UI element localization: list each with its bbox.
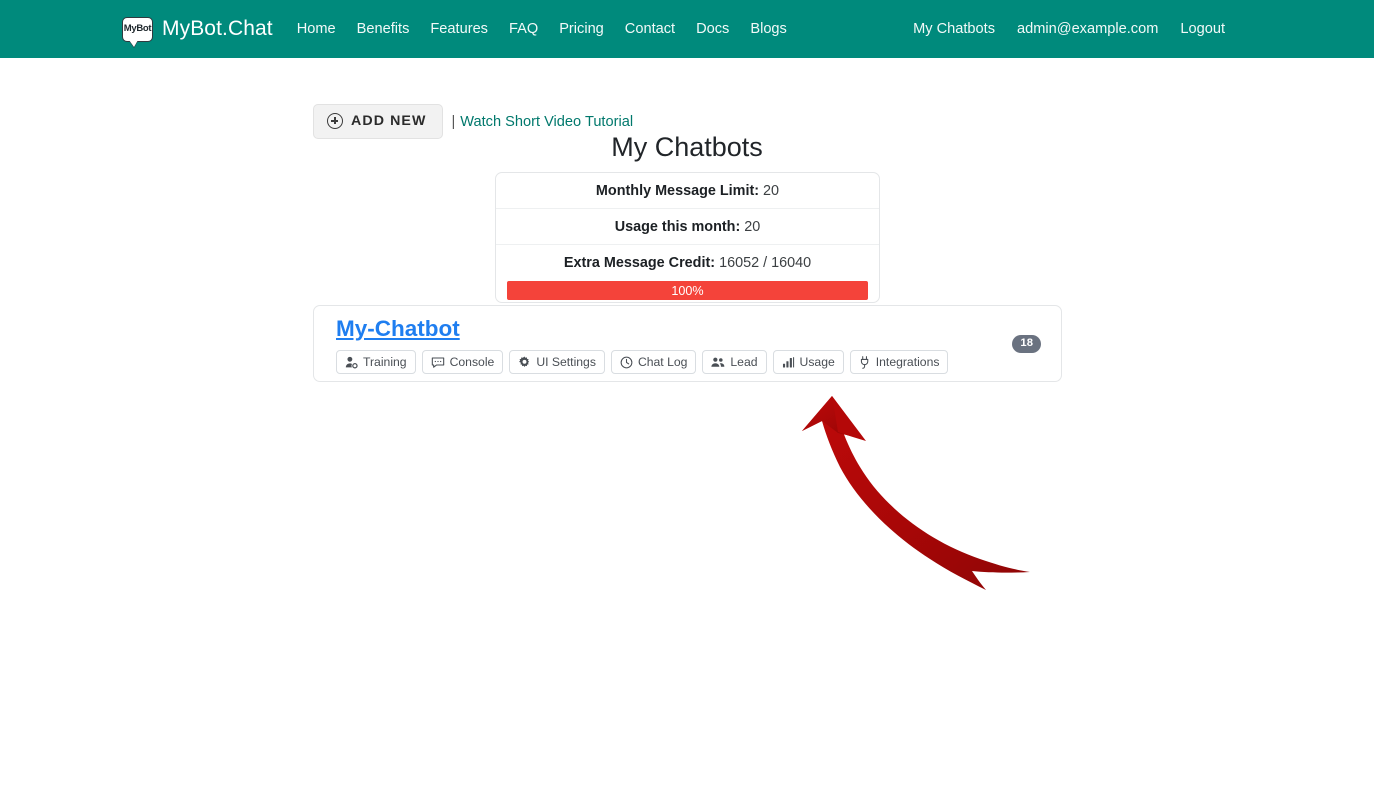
red-curved-arrow-pointing-to-integrations [780,383,1060,603]
nav-link-my-chatbots[interactable]: My Chatbots [913,21,995,37]
nav-link-docs[interactable]: Docs [696,21,729,37]
users-icon [711,356,725,369]
integrations-button[interactable]: Integrations [849,350,949,374]
chatbot-count-badge: 18 [1012,335,1041,354]
add-new-button-label: ADD NEW [351,113,427,129]
chatbot-action-buttons: Training Console UI Settings Chat Log Le… [336,350,949,374]
plus-circle-icon [327,113,343,129]
clock-icon [620,356,633,369]
ui-settings-button-label: UI Settings [536,355,596,369]
brand-name: MyBot.Chat [162,17,273,40]
training-button-label: Training [363,355,407,369]
chatbot-name-link[interactable]: My-Chatbot [336,316,460,342]
chatbot-card: My-Chatbot 18 Training Console UI Settin… [313,305,1062,382]
gear-icon [518,355,531,369]
logo-text: MyBot [123,22,152,34]
nav-link-pricing[interactable]: Pricing [559,21,604,37]
usage-stats-card: Monthly Message Limit: 20 Usage this mon… [495,172,880,303]
page-title: My Chatbots [611,132,763,162]
lead-button-label: Lead [730,355,758,369]
chat-log-button[interactable]: Chat Log [610,350,697,374]
credit-progress-bar: 100% [507,281,868,300]
brand-logo-link[interactable]: MyBot MyBot.Chat [122,16,273,42]
mybot-speech-bubble-logo-icon: MyBot [122,16,153,42]
usage-button[interactable]: Usage [772,350,844,374]
stat-row-extra-message-credit: Extra Message Credit: 16052 / 16040 [496,245,879,281]
nav-link-blogs[interactable]: Blogs [750,21,787,37]
console-button[interactable]: Console [421,350,504,374]
lead-button[interactable]: Lead [702,350,767,374]
nav-link-home[interactable]: Home [297,21,336,37]
nav-link-account-email[interactable]: admin@example.com [1017,21,1158,37]
stat-value: 16052 / 16040 [719,255,812,271]
page-body: ADD NEW | Watch Short Video Tutorial My … [0,58,1374,801]
nav-link-logout[interactable]: Logout [1180,21,1225,37]
nav-link-features[interactable]: Features [430,21,488,37]
stat-row-monthly-message-limit: Monthly Message Limit: 20 [496,173,879,209]
ui-settings-button[interactable]: UI Settings [509,350,605,374]
credit-progress-track: 100% [507,281,868,300]
stat-label: Extra Message Credit: [563,255,716,271]
integrations-button-label: Integrations [875,355,940,369]
usage-button-label: Usage [799,355,835,369]
primary-nav: Home Benefits Features FAQ Pricing Conta… [297,21,787,37]
toolbar-separator: | [451,113,456,130]
nav-link-faq[interactable]: FAQ [509,21,538,37]
nav-link-contact[interactable]: Contact [625,21,675,37]
top-navbar: MyBot MyBot.Chat Home Benefits Features … [0,0,1374,58]
chat-log-button-label: Chat Log [637,355,688,369]
stat-row-usage-this-month: Usage this month: 20 [496,209,879,245]
console-button-label: Console [449,355,495,369]
plug-icon [859,355,871,369]
stat-value: 20 [763,182,780,199]
nav-link-benefits[interactable]: Benefits [357,21,410,37]
user-gear-icon [345,356,358,369]
comment-dots-icon [431,356,445,369]
training-button[interactable]: Training [336,350,416,374]
chart-bars-icon [782,356,795,369]
account-nav: My Chatbots admin@example.com Logout [913,21,1225,37]
stat-label: Usage this month: [614,218,741,235]
stat-label: Monthly Message Limit: [595,182,760,199]
watch-tutorial-link[interactable]: Watch Short Video Tutorial [460,114,633,130]
stat-value: 20 [744,218,761,235]
